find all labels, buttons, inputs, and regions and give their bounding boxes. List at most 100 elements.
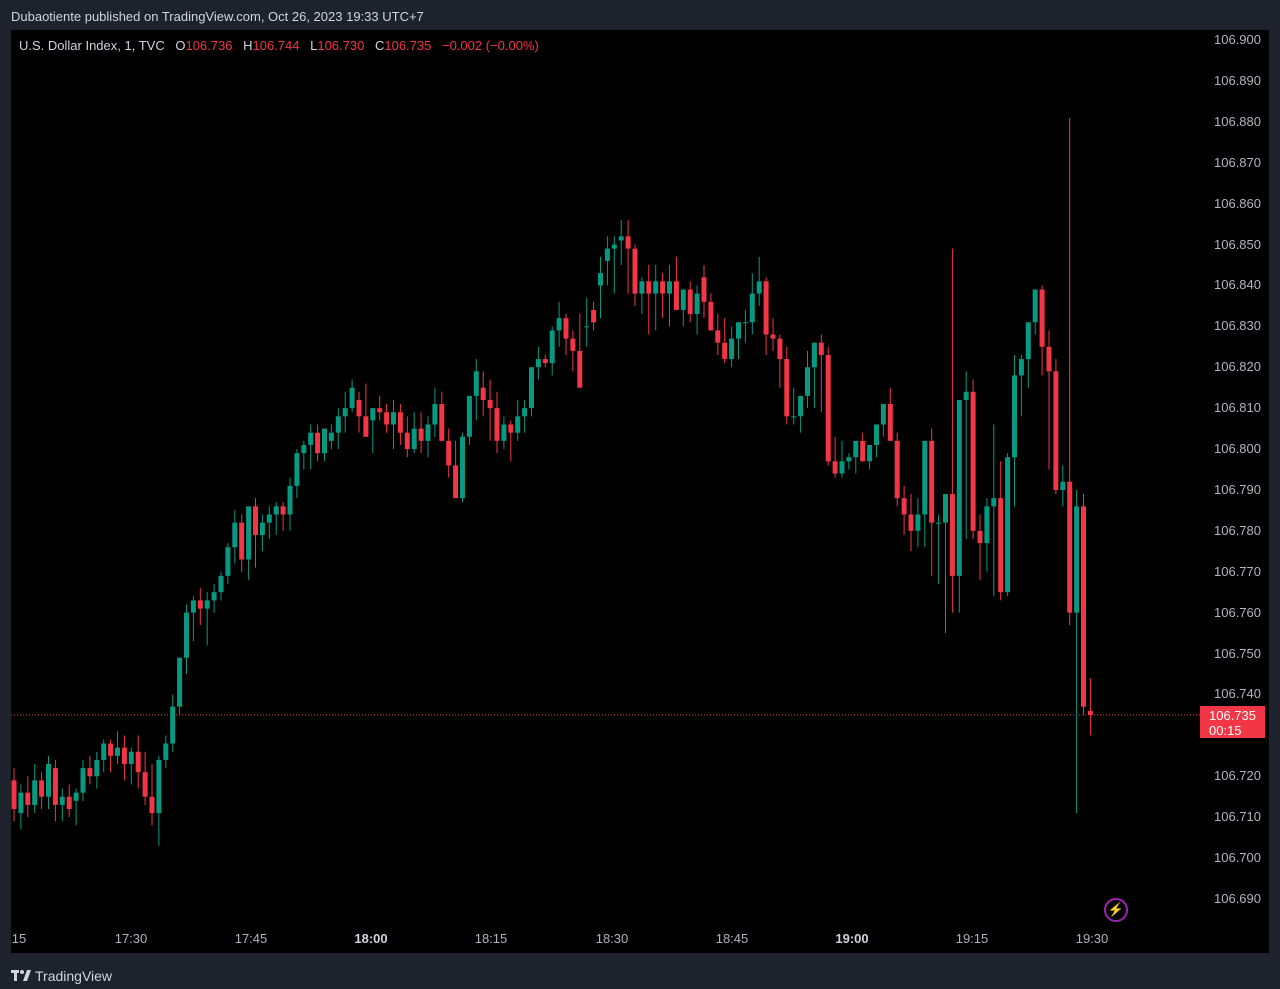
lightning-icon[interactable]: ⚡ — [1104, 898, 1128, 922]
candle-body — [170, 706, 176, 744]
candle-body — [949, 494, 955, 576]
candle — [128, 747, 134, 785]
change-value: −0.002 (−0.00%) — [441, 38, 539, 53]
candle — [397, 404, 403, 445]
candle — [867, 444, 873, 470]
candle-body — [163, 743, 169, 760]
tradingview-logo[interactable]: TradingView — [11, 968, 112, 984]
candle — [1081, 494, 1086, 715]
price-tick-label: 106.830 — [1214, 318, 1261, 334]
candle — [391, 399, 396, 450]
candle-body — [874, 424, 879, 445]
tradingview-brand: TradingView — [35, 968, 113, 984]
tradingview-logo-icon — [11, 970, 31, 981]
price-tick-label: 106.750 — [1214, 645, 1261, 661]
candle — [535, 346, 541, 380]
candle — [715, 314, 721, 355]
candle — [729, 326, 735, 368]
candle — [922, 440, 928, 548]
candle — [487, 379, 493, 441]
candle-body — [101, 743, 107, 760]
candle — [811, 342, 817, 409]
candle-body — [115, 747, 120, 756]
candle-body — [570, 338, 576, 351]
candle — [998, 461, 1004, 601]
candle-body — [266, 514, 272, 523]
time-tick-label: 18:30 — [595, 931, 629, 946]
candle — [515, 399, 521, 441]
candle — [404, 416, 410, 458]
candle-body — [632, 248, 638, 294]
candle-body — [1067, 481, 1073, 613]
candle — [46, 755, 51, 810]
candle-body — [446, 440, 452, 466]
candle-body — [770, 334, 776, 339]
candle-body — [135, 751, 141, 773]
candle-body — [1039, 289, 1045, 347]
candle-body — [1053, 371, 1059, 490]
candle-body — [246, 506, 252, 560]
candle — [860, 432, 866, 462]
candle-body — [225, 547, 231, 576]
candle — [156, 755, 162, 846]
candle — [211, 584, 217, 613]
candlestick-chart[interactable] — [0, 0, 1280, 989]
candle — [1018, 354, 1024, 417]
candle-body — [618, 236, 624, 241]
candle-body — [404, 432, 410, 450]
candle — [667, 264, 672, 327]
candle — [184, 604, 189, 675]
candle — [225, 543, 231, 585]
candle — [253, 498, 258, 568]
candle — [798, 395, 804, 433]
candle — [25, 776, 31, 818]
price-tick-label: 106.770 — [1214, 563, 1261, 579]
candle-body — [294, 453, 300, 486]
candle-body — [798, 395, 804, 417]
candle-body — [411, 428, 417, 450]
candle — [1067, 117, 1073, 625]
candle — [956, 399, 962, 613]
candle-body — [729, 338, 735, 360]
candle-body — [184, 612, 189, 658]
candle-body — [18, 792, 24, 814]
candle — [991, 424, 997, 597]
candle — [756, 256, 762, 306]
candle-body — [259, 522, 265, 535]
candle — [549, 326, 555, 376]
candle — [777, 334, 783, 388]
candle — [818, 334, 824, 413]
candle-body — [501, 424, 507, 441]
candle-body — [156, 759, 162, 814]
candle-body — [308, 432, 314, 445]
candle — [853, 440, 859, 474]
candle-body — [756, 281, 762, 294]
price-tick-label: 106.800 — [1214, 441, 1261, 457]
candle — [108, 739, 114, 773]
candle-body — [232, 522, 238, 548]
candle-body — [915, 514, 921, 531]
candle-body — [791, 416, 797, 418]
candle — [94, 751, 100, 789]
candle-body — [80, 768, 86, 793]
candle — [1039, 285, 1045, 376]
candle — [1053, 359, 1059, 495]
candle-body — [1012, 375, 1017, 458]
candle-body — [108, 743, 114, 756]
price-tick-label: 106.810 — [1214, 400, 1261, 416]
candle-body — [577, 350, 583, 388]
candle — [18, 784, 24, 830]
candle-body — [549, 330, 555, 364]
time-tick-label: 19:00 — [835, 931, 869, 946]
candle — [604, 236, 610, 286]
time-tick-label: 17:30 — [114, 931, 148, 946]
symbol-name[interactable]: U.S. Dollar Index, 1, TVC — [19, 38, 165, 53]
price-tick-label: 106.840 — [1214, 277, 1261, 293]
candle — [839, 440, 845, 478]
candle — [936, 514, 942, 585]
high-value: 106.744 — [252, 38, 300, 53]
candle-body — [542, 359, 548, 364]
candle — [135, 735, 141, 789]
candle-body — [894, 440, 900, 499]
candle — [308, 424, 314, 470]
